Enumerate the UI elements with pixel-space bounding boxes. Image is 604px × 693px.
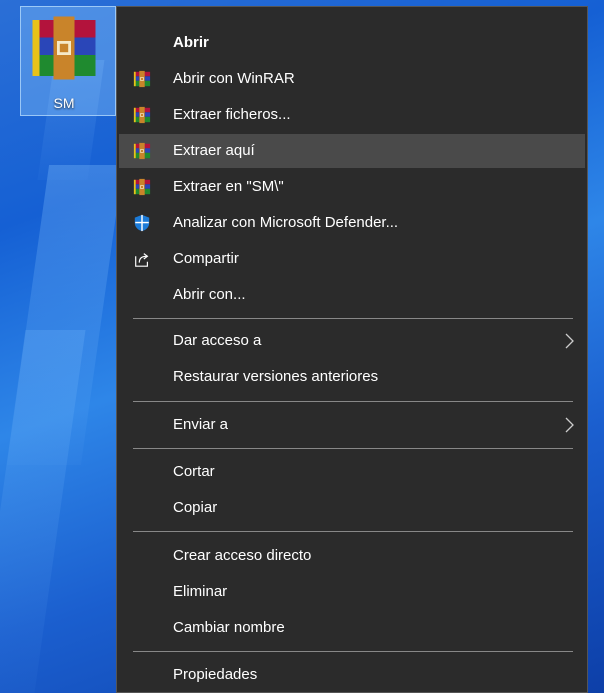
chevron-right-icon [565, 417, 574, 433]
winrar-icon [133, 178, 151, 196]
defender-shield-icon [134, 214, 150, 232]
menu-separator [133, 531, 573, 532]
menu-item-label: Extraer ficheros... [173, 106, 291, 123]
menu-item-label: Analizar con Microsoft Defender... [173, 214, 399, 231]
winrar-archive-icon [29, 13, 99, 83]
menu-item-extraer-aqui[interactable]: Extraer aquí [119, 134, 585, 168]
menu-item-enviar-a[interactable]: Enviar a [119, 408, 585, 442]
menu-item-label: Eliminar [173, 583, 228, 600]
winrar-icon [133, 142, 151, 160]
menu-item-abrir-con[interactable]: Abrir con... [119, 278, 585, 312]
menu-separator [133, 318, 573, 319]
menu-item-restaurar-versiones[interactable]: Restaurar versiones anteriores [119, 360, 585, 394]
menu-item-label: Enviar a [173, 416, 229, 433]
desktop-icon-label: SM [53, 95, 75, 111]
chevron-right-icon [565, 333, 574, 349]
menu-item-extraer-ficheros[interactable]: Extraer ficheros... [119, 98, 585, 132]
menu-item-label: Abrir [173, 34, 209, 51]
menu-item-label: Restaurar versiones anteriores [173, 368, 379, 385]
context-menu: Abrir Abrir con WinRAR Extraer ficheros.… [116, 6, 588, 693]
menu-item-label: Extraer en "SM\" [173, 178, 284, 195]
menu-item-label: Extraer aquí [173, 142, 255, 159]
menu-item-cambiar-nombre[interactable]: Cambiar nombre [119, 611, 585, 645]
menu-separator [133, 401, 573, 402]
menu-separator [133, 448, 573, 449]
wallpaper-light-beam [0, 330, 86, 693]
menu-item-eliminar[interactable]: Eliminar [119, 575, 585, 609]
menu-item-label: Cortar [173, 463, 215, 480]
menu-item-abrir-con-winrar[interactable]: Abrir con WinRAR [119, 62, 585, 96]
winrar-icon [133, 70, 151, 88]
menu-item-compartir[interactable]: Compartir [119, 242, 585, 276]
menu-item-label: Dar acceso a [173, 332, 262, 349]
menu-item-analizar-defender[interactable]: Analizar con Microsoft Defender... [119, 206, 585, 240]
winrar-icon [133, 106, 151, 124]
menu-item-label: Abrir con... [173, 286, 246, 303]
menu-item-label: Abrir con WinRAR [173, 70, 295, 87]
menu-item-label: Cambiar nombre [173, 619, 285, 636]
menu-item-propiedades[interactable]: Propiedades [119, 658, 585, 692]
menu-item-copiar[interactable]: Copiar [119, 491, 585, 525]
menu-separator [133, 651, 573, 652]
menu-item-crear-acceso-directo[interactable]: Crear acceso directo [119, 539, 585, 573]
menu-item-label: Propiedades [173, 666, 258, 683]
menu-item-dar-acceso-a[interactable]: Dar acceso a [119, 324, 585, 358]
menu-item-label: Crear acceso directo [173, 547, 312, 564]
menu-item-cortar[interactable]: Cortar [119, 455, 585, 489]
menu-item-label: Copiar [173, 499, 218, 516]
desktop: SM Abrir Abrir con WinRAR Extraer ficher… [0, 0, 604, 693]
menu-item-abrir[interactable]: Abrir [119, 26, 585, 60]
desktop-file-icon-sm[interactable]: SM [20, 6, 116, 116]
menu-item-label: Compartir [173, 250, 239, 267]
share-icon [135, 253, 149, 267]
menu-item-extraer-en-sm[interactable]: Extraer en "SM\" [119, 170, 585, 204]
